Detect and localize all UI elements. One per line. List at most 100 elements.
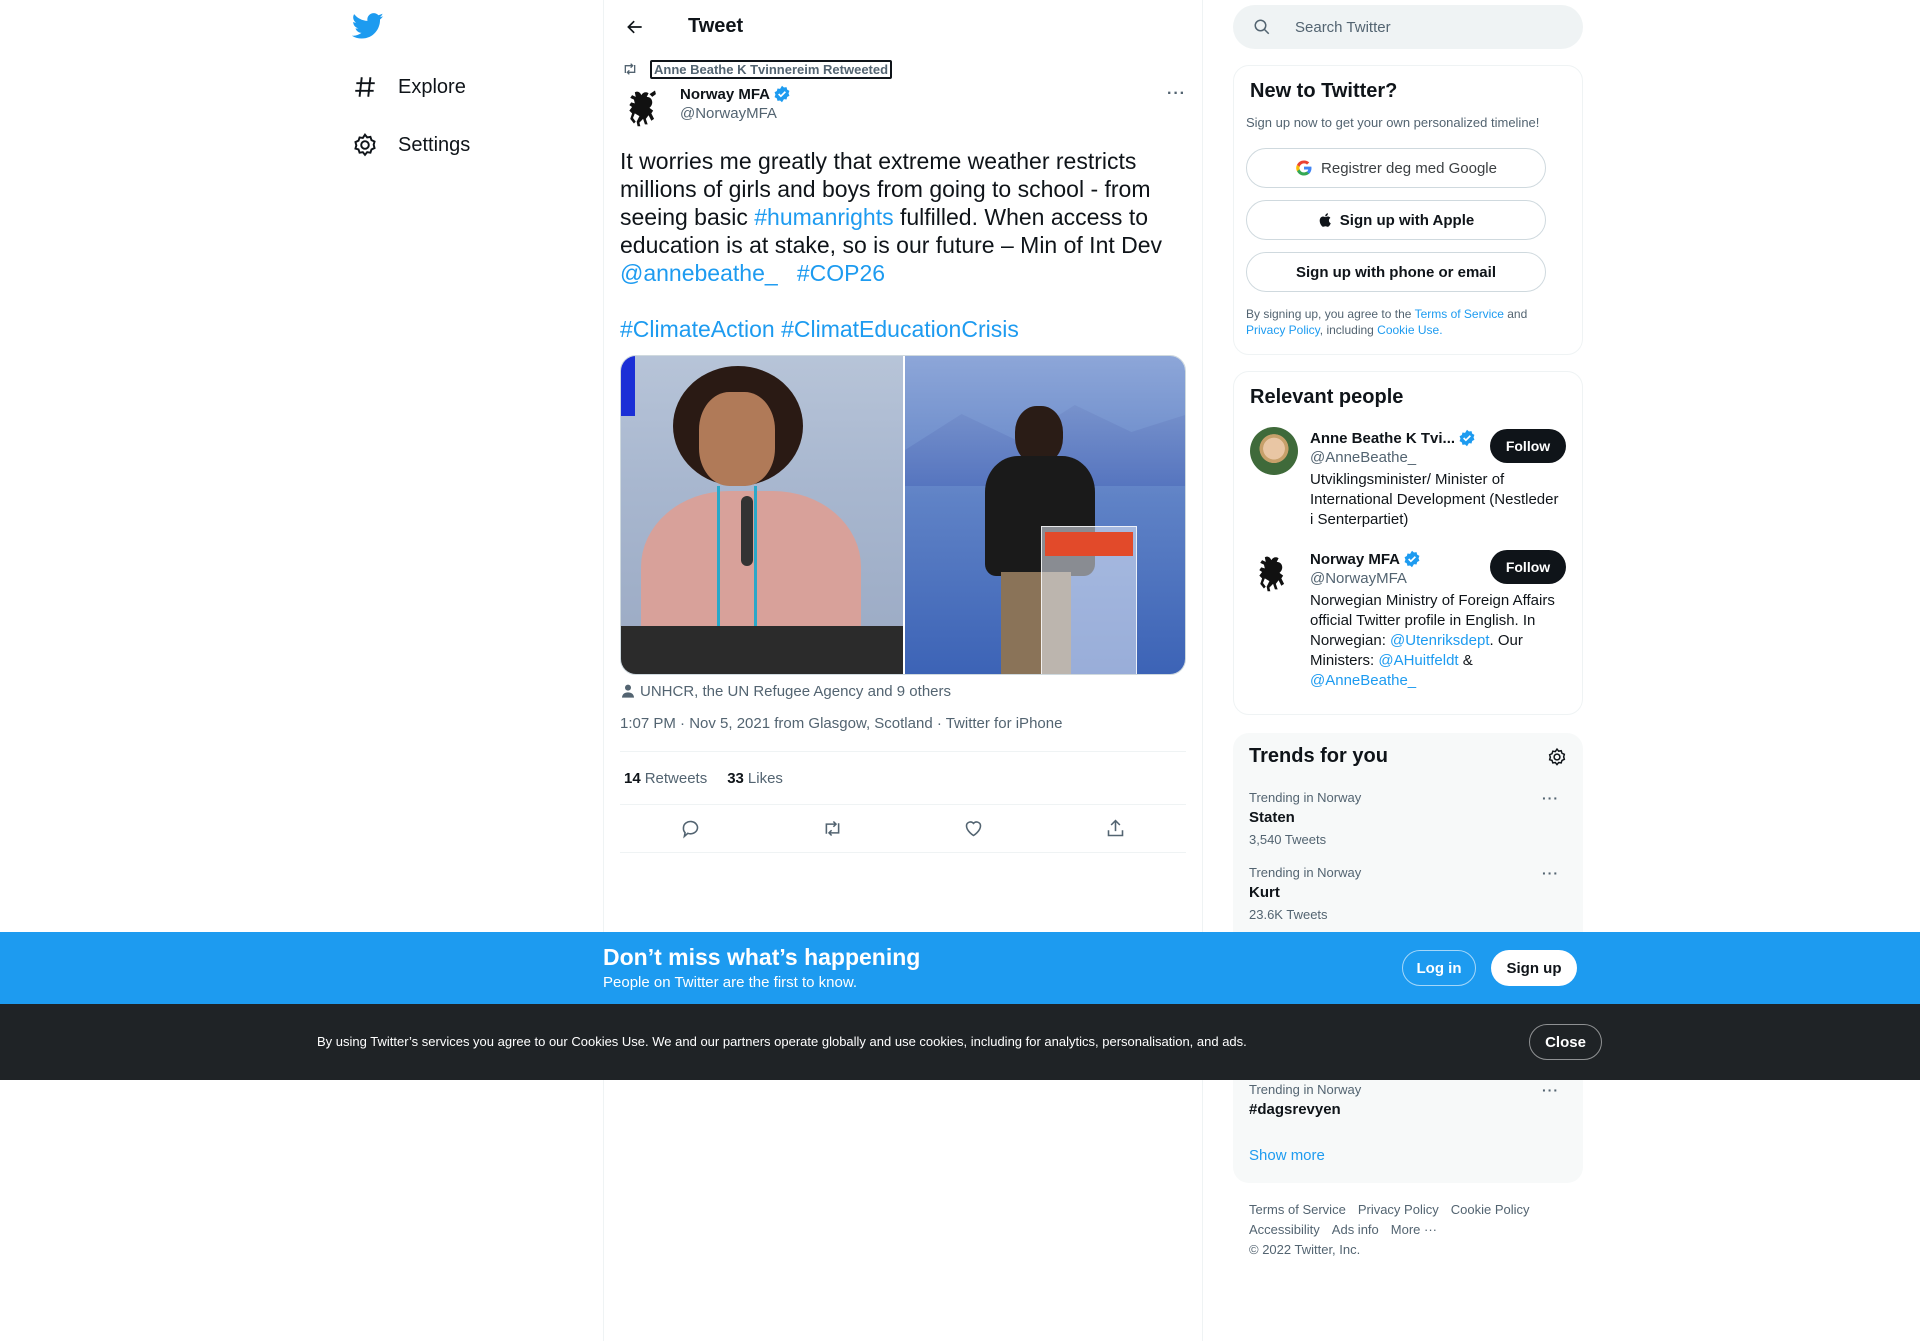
tagged-users[interactable]: UNHCR, the UN Refugee Agency and 9 other… bbox=[620, 679, 1186, 703]
hashtag-link[interactable]: #humanrights bbox=[754, 204, 893, 230]
gear-icon[interactable] bbox=[1547, 747, 1567, 767]
show-more-link[interactable]: Show more bbox=[1249, 1147, 1325, 1164]
person-icon bbox=[622, 684, 634, 698]
google-signup-button[interactable]: Registrer deg med Google bbox=[1246, 148, 1546, 188]
trend-item[interactable]: Trending in Norway Kurt 23.6K Tweets ··· bbox=[1249, 865, 1567, 922]
hashtag-link[interactable]: #ClimateAction bbox=[620, 316, 775, 342]
more-options-icon[interactable]: ··· bbox=[1167, 85, 1186, 103]
relevant-people-title: Relevant people bbox=[1250, 386, 1404, 408]
mention-link[interactable]: @Utenriksdept bbox=[1390, 632, 1489, 649]
author-name-row[interactable]: Norway MFA bbox=[680, 85, 791, 103]
trend-name: #dagsrevyen bbox=[1249, 1101, 1341, 1118]
google-g-icon bbox=[1296, 160, 1312, 176]
left-navigation: Explore Settings bbox=[340, 0, 590, 1341]
trend-context: Trending in Norway bbox=[1249, 1082, 1362, 1097]
legal-text: By signing up, you agree to the bbox=[1246, 307, 1415, 321]
hashtag-link[interactable]: #ClimatEducationCrisis bbox=[781, 316, 1019, 342]
tweet-header: Tweet bbox=[604, 0, 1202, 53]
main-column: Tweet Anne Beathe K Tvinnereim Retweeted… bbox=[603, 0, 1203, 1341]
footer-terms-link[interactable]: Terms of Service bbox=[1249, 1202, 1346, 1217]
phone-email-signup-label: Sign up with phone or email bbox=[1295, 263, 1496, 281]
hashtag-link[interactable]: #COP26 bbox=[797, 260, 885, 286]
follow-button[interactable]: Follow bbox=[1490, 429, 1566, 463]
author-handle[interactable]: @NorwayMFA bbox=[680, 105, 791, 122]
tweet-media[interactable] bbox=[620, 355, 1186, 675]
avatar[interactable] bbox=[1250, 548, 1298, 596]
privacy-link[interactable]: Privacy Policy bbox=[1246, 323, 1320, 337]
trend-item[interactable]: Trending in Norway Staten 3,540 Tweets ·… bbox=[1249, 790, 1567, 847]
signup-button[interactable]: Sign up bbox=[1491, 950, 1577, 986]
avatar[interactable] bbox=[620, 83, 668, 131]
footer-ads-link[interactable]: Ads info bbox=[1332, 1222, 1379, 1237]
close-button[interactable]: Close bbox=[1529, 1024, 1602, 1060]
login-button[interactable]: Log in bbox=[1402, 950, 1476, 986]
like-heart-icon[interactable] bbox=[963, 818, 984, 839]
likes-stat[interactable]: 33 Likes bbox=[727, 770, 783, 787]
twitter-logo-icon[interactable] bbox=[351, 10, 388, 46]
banner-subtitle: People on Twitter are the first to know. bbox=[603, 974, 858, 991]
trend-context: Trending in Norway bbox=[1249, 865, 1362, 880]
media-photo-speaker-woman[interactable] bbox=[621, 356, 903, 674]
mention-link[interactable]: @AnneBeathe_ bbox=[1310, 672, 1416, 689]
legal-text: and bbox=[1503, 307, 1528, 321]
person-name[interactable]: Norway MFA bbox=[1310, 551, 1400, 568]
retweets-count: 14 bbox=[624, 769, 641, 787]
cookie-text: By using Twitter’s services you agree to… bbox=[317, 1034, 1247, 1049]
avatar[interactable] bbox=[1250, 427, 1298, 475]
retweeted-by-link[interactable]: Anne Beathe K Tvinnereim Retweeted bbox=[650, 59, 893, 79]
signup-banner: Don’t miss what’s happening People on Tw… bbox=[0, 932, 1920, 1004]
tweet-author: Norway MFA @NorwayMFA ··· bbox=[620, 83, 1186, 131]
apple-signup-button[interactable]: Sign up with Apple bbox=[1246, 200, 1546, 240]
nav-explore[interactable]: Explore bbox=[352, 65, 466, 109]
tweet: Anne Beathe K Tvinnereim Retweeted Norwa… bbox=[604, 59, 1202, 853]
reply-icon[interactable] bbox=[680, 818, 701, 839]
nav-settings-label: Settings bbox=[398, 133, 471, 156]
apple-logo-icon bbox=[1319, 213, 1331, 227]
retweet-icon[interactable] bbox=[822, 818, 843, 839]
new-to-twitter-panel: New to Twitter? Sign up now to get your … bbox=[1233, 65, 1583, 355]
new-to-twitter-title: New to Twitter? bbox=[1250, 80, 1398, 102]
apple-signup-label: Sign up with Apple bbox=[1339, 211, 1475, 229]
norway-lion-coat-of-arms-icon bbox=[629, 90, 656, 127]
person-name[interactable]: Anne Beathe K Tvi... bbox=[1310, 430, 1455, 447]
bio-text: & bbox=[1458, 652, 1473, 669]
person-card[interactable]: Norway MFA @NorwayMFA Norwegian Ministry… bbox=[1250, 548, 1566, 691]
retweets-stat[interactable]: 14 Retweets bbox=[624, 770, 707, 787]
page-title: Tweet bbox=[688, 15, 744, 37]
banner-title: Don’t miss what’s happening bbox=[603, 944, 921, 970]
nav-settings[interactable]: Settings bbox=[352, 123, 470, 167]
footer-cookie-link[interactable]: Cookie Policy bbox=[1451, 1202, 1530, 1217]
trends-title: Trends for you bbox=[1249, 745, 1388, 767]
norway-lion-coat-of-arms-icon bbox=[1259, 556, 1285, 592]
arrow-left-icon bbox=[627, 20, 642, 33]
person-card[interactable]: Anne Beathe K Tvi... @AnneBeathe_ Utvikl… bbox=[1250, 427, 1566, 530]
relevant-people-panel: Relevant people Anne Beathe K Tvi... @An… bbox=[1233, 371, 1583, 715]
search-bar[interactable] bbox=[1233, 5, 1583, 49]
terms-link[interactable]: Terms of Service bbox=[1415, 307, 1504, 321]
tweet-timestamp[interactable]: 1:07 PM · Nov 5, 2021 from Glasgow, Scot… bbox=[620, 715, 1186, 735]
footer-privacy-link[interactable]: Privacy Policy bbox=[1358, 1202, 1439, 1217]
more-options-icon[interactable]: ··· bbox=[1542, 1082, 1559, 1098]
retweet-icon bbox=[624, 63, 636, 75]
more-options-icon[interactable]: ··· bbox=[1542, 865, 1559, 881]
author-name[interactable]: Norway MFA bbox=[680, 86, 770, 103]
trend-count: 23.6K Tweets bbox=[1249, 907, 1328, 922]
more-options-icon[interactable]: ··· bbox=[1542, 790, 1559, 806]
footer: Terms of Service Privacy Policy Cookie Pol… bbox=[1249, 1200, 1569, 1260]
trend-item[interactable]: Trending in Norway #dagsrevyen ··· bbox=[1249, 1082, 1567, 1118]
verified-badge-icon bbox=[1459, 429, 1475, 447]
phone-email-signup-button[interactable]: Sign up with phone or email bbox=[1246, 252, 1546, 292]
cookie-use-link[interactable]: Cookie Use. bbox=[1377, 323, 1442, 337]
back-button[interactable] bbox=[618, 10, 652, 44]
footer-more-link[interactable]: More ··· bbox=[1391, 1222, 1437, 1237]
trend-count: 3,540 Tweets bbox=[1249, 832, 1327, 847]
mention-link[interactable]: @AHuitfeldt bbox=[1378, 652, 1458, 669]
footer-accessibility-link[interactable]: Accessibility bbox=[1249, 1222, 1320, 1237]
mention-link[interactable]: @annebeathe_ bbox=[620, 260, 778, 286]
search-icon bbox=[1254, 19, 1270, 35]
media-photo-speaker-man[interactable] bbox=[903, 356, 1185, 674]
search-input[interactable] bbox=[1295, 18, 1545, 36]
share-icon[interactable] bbox=[1105, 818, 1126, 839]
follow-button[interactable]: Follow bbox=[1490, 550, 1566, 584]
tweet-stats: 14 Retweets 33 Likes bbox=[620, 751, 1186, 805]
